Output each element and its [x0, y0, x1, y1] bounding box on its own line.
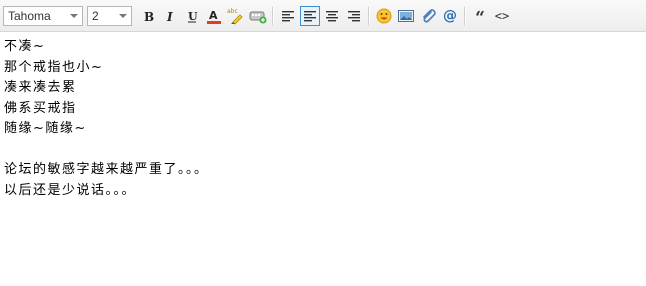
quote-button[interactable]: “ [470, 6, 490, 28]
highlight-label: abc [227, 8, 238, 15]
svg-text:I: I [166, 10, 173, 23]
font-color-button[interactable]: A [204, 6, 224, 26]
highlighter-icon: abc [227, 8, 243, 25]
highlight-button[interactable]: abc [226, 6, 246, 26]
content-line: 佛系买戒指 [4, 100, 77, 116]
align-right-icon [348, 11, 360, 22]
align-left-icon [282, 11, 294, 22]
content-line: 不凑~ [4, 39, 46, 54]
bold-button[interactable]: B [138, 6, 158, 26]
bold-icon: B [144, 10, 154, 23]
align-left-button[interactable] [278, 6, 298, 26]
emoji-button[interactable] [374, 6, 394, 26]
attachment-button[interactable] [418, 6, 438, 26]
underline-button[interactable]: U [182, 6, 202, 26]
italic-icon: I [166, 10, 173, 23]
font-family-value: Tahoma [8, 9, 51, 23]
italic-button[interactable]: I [160, 6, 180, 26]
insert-link-button[interactable] [248, 6, 268, 26]
paperclip-icon [423, 9, 436, 23]
code-button[interactable]: <> [492, 6, 512, 26]
font-family-select[interactable]: Tahoma [3, 6, 83, 26]
code-icon: <> [494, 9, 510, 23]
editor-toolbar: Tahoma 2 B I U A abc @ “ <> [0, 0, 646, 32]
content-line: 凑来凑去累 [4, 80, 77, 95]
toolbar-divider [368, 7, 370, 25]
content-line: 以后还是少说话。。。 [4, 182, 137, 198]
content-line: 论坛的敏感字越来越严重了。。。 [4, 162, 209, 177]
align-center-button[interactable] [300, 6, 320, 26]
quote-icon: “ [475, 8, 485, 28]
align-justify-icon [326, 11, 338, 22]
svg-text:U: U [188, 10, 198, 23]
rich-text-editor: Tahoma 2 B I U A abc @ “ <> 不凑~ 那个戒指也小~ … [0, 0, 646, 286]
chevron-down-icon [119, 14, 127, 18]
at-icon: @ [443, 8, 457, 24]
chevron-down-icon [70, 14, 78, 18]
insert-image-button[interactable] [396, 6, 416, 26]
font-color-icon: A [207, 9, 221, 24]
image-icon [398, 10, 414, 22]
toolbar-divider [464, 7, 466, 25]
smiley-icon [376, 8, 392, 24]
content-line: 那个戒指也小~ [4, 59, 104, 75]
content-line [4, 140, 640, 161]
align-center-icon [304, 11, 316, 22]
toolbar-divider [272, 7, 274, 25]
editor-content[interactable]: 不凑~ 那个戒指也小~ 凑来凑去累 佛系买戒指 随缘~随缘~ 论坛的敏感字越来越… [4, 37, 640, 280]
content-line: 随缘~随缘~ [4, 121, 87, 136]
underline-icon: U [188, 10, 198, 23]
align-right-button[interactable] [344, 6, 364, 26]
align-justify-button[interactable] [322, 6, 342, 26]
svg-text:B: B [144, 10, 154, 23]
mention-button[interactable]: @ [440, 6, 460, 26]
svg-text:A: A [209, 9, 218, 22]
font-size-value: 2 [92, 9, 99, 23]
font-size-select[interactable]: 2 [87, 6, 132, 26]
link-icon [249, 11, 267, 24]
